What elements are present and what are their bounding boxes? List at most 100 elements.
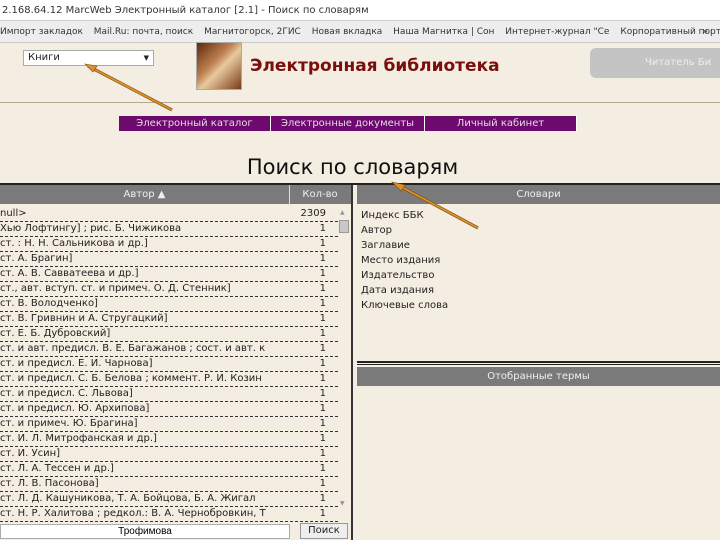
table-row[interactable]: ст. : Н. Н. Сальникова и др.] 1 [0,237,338,252]
author-cell: ст. и примеч. Ю. Брагина] [0,418,138,429]
selected-terms-header: Отобранные термы [357,367,720,386]
dictionary-item[interactable]: Дата издания [361,283,716,298]
author-cell: ст., авт. вступ. ст. и примеч. О. Д. Сте… [0,283,231,294]
count-cell: 1 [319,448,326,459]
count-cell: 1 [319,508,326,519]
dictionary-item[interactable]: Автор [361,223,716,238]
count-cell: 1 [319,223,326,234]
table-row[interactable]: ст. и предисл. Е. И. Чарнова] 1 [0,357,338,372]
nav-electronic-catalog[interactable]: Электронный каталог [119,116,271,131]
count-cell: 1 [319,478,326,489]
author-cell: ст. А. Брагин] [0,253,73,264]
dictionary-item[interactable]: Индекс ББК [361,208,716,223]
main-nav: Электронный каталог Электронные документ… [119,116,577,131]
author-cell: ст. и предисл. С. Львова] [0,388,133,399]
author-cell: ст. и предисл. Ю. Архипова] [0,403,150,414]
author-cell: ст. И. Л. Митрофанская и др.] [0,433,157,444]
table-row[interactable]: null> 2309 [0,207,338,222]
author-cell: Хью Лофтингу] ; рис. Б. Чижикова [0,223,182,234]
collection-select[interactable]: Книги ▼ [23,50,154,66]
search-input[interactable] [0,524,290,539]
bookmark[interactable]: Импорт закладок [0,27,83,37]
search-button[interactable]: Поиск [300,523,348,539]
table-row[interactable]: ст. и предисл. С. Львова] 1 [0,387,338,402]
author-cell: ст. В. Гривнин и А. Стругацкий] [0,313,168,324]
count-cell: 1 [319,493,326,504]
divider [0,102,720,103]
table-row[interactable]: ст. и примеч. Ю. Брагина] 1 [0,417,338,432]
bookmark[interactable]: Магнитогорск, 2ГИС [204,27,301,37]
collection-select-value: Книги [28,52,60,63]
reader-button[interactable]: Читатель Би [590,48,720,78]
bookmark[interactable]: Интернет-журнал "Се [505,27,609,37]
table-row[interactable]: ст. Л. Д. Кашуникова, Т. А. Бойцова, Б. … [0,492,338,507]
bookmarks-bar: Импорт закладок Mail.Ru: почта, поиск Ма… [0,21,720,43]
divider [357,361,720,365]
table-row[interactable]: ст. И. Л. Митрофанская и др.] 1 [0,432,338,447]
scrollbar-thumb[interactable] [339,220,349,233]
column-count-header[interactable]: Кол-во [290,185,350,204]
bookmarks-more-button[interactable]: » [702,21,708,42]
count-cell: 1 [319,328,326,339]
column-author-header[interactable]: Автор ▲ [0,185,290,204]
dictionary-item[interactable]: Издательство [361,268,716,283]
count-cell: 1 [319,373,326,384]
dictionaries-header: Словари [357,185,720,204]
dictionaries-panel: Словари Индекс ББК Автор Заглавие Место изд… [357,185,720,540]
page-title: Поиск по словарям [246,155,459,179]
bookmark[interactable]: Mail.Ru: почта, поиск [94,27,193,37]
author-cell: null> [0,208,27,219]
arrow-icon [87,65,173,111]
table-header: Автор ▲ Кол-во [0,185,351,204]
author-cell: ст. Л. В. Пасонова] [0,478,99,489]
dictionary-item[interactable]: Место издания [361,253,716,268]
table-row[interactable]: ст. И. Усин] 1 [0,447,338,462]
table-row[interactable]: ст. В. Гривнин и А. Стругацкий] 1 [0,312,338,327]
count-cell: 1 [319,313,326,324]
nav-electronic-documents[interactable]: Электронные документы [271,116,425,131]
table-row[interactable]: ст. А. В. Савватеева и др.] 1 [0,267,338,282]
table-row[interactable]: Хью Лофтингу] ; рис. Б. Чижикова 1 [0,222,338,237]
table-row[interactable]: ст. и предисл. Ю. Архипова] 1 [0,402,338,417]
browser-title-bar: 2.168.64.12 MarcWeb Электронный каталог … [0,0,720,21]
nav-personal-account[interactable]: Личный кабинет [425,116,577,131]
author-dictionary-panel: Автор ▲ Кол-во null> 2309 Хью Лофтингу] ; … [0,185,353,540]
author-cell: ст. и авт. предисл. В. Е. Багажанов ; со… [0,343,266,354]
dictionary-item[interactable]: Заглавие [361,238,716,253]
table-row[interactable]: ст. Л. А. Тессен и др.] 1 [0,462,338,477]
author-cell: ст. Л. Д. Кашуникова, Т. А. Бойцова, Б. … [0,493,256,504]
scroll-down-icon[interactable]: ▼ [340,500,345,507]
author-cell: ст. В. Володченко] [0,298,98,309]
author-cell: ст. Н. Р. Халитова ; редкол.: В. А. Черн… [0,508,266,519]
count-cell: 1 [319,298,326,309]
table-row[interactable]: ст. Л. В. Пасонова] 1 [0,477,338,492]
count-cell: 1 [319,358,326,369]
author-list: null> 2309 Хью Лофтингу] ; рис. Б. Чижиков… [0,207,338,522]
library-logo [196,42,242,90]
count-cell: 1 [319,253,326,264]
bookmark[interactable]: Наша Магнитка | Сон [393,27,494,37]
dictionary-item[interactable]: Ключевые слова [361,298,716,313]
scroll-up-icon[interactable]: ▲ [340,209,345,216]
count-cell: 1 [319,343,326,354]
dictionaries-list: Индекс ББК Автор Заглавие Место издания Изда… [357,204,720,317]
table-row[interactable]: ст., авт. вступ. ст. и примеч. О. Д. Сте… [0,282,338,297]
author-cell: ст. Е. Б. Дубровский] [0,328,111,339]
count-cell: 1 [319,463,326,474]
author-cell: ст. и предисл. Е. И. Чарнова] [0,358,153,369]
count-cell: 1 [319,433,326,444]
table-row[interactable]: ст. Е. Б. Дубровский] 1 [0,327,338,342]
count-cell: 1 [319,403,326,414]
count-cell: 2309 [300,208,326,219]
count-cell: 1 [319,388,326,399]
table-row[interactable]: ст. В. Володченко] 1 [0,297,338,312]
table-row[interactable]: ст. Н. Р. Халитова ; редкол.: В. А. Черн… [0,507,338,522]
scrollbar[interactable]: ▲ ▼ [338,207,350,507]
table-row[interactable]: ст. и предисл. С. Б. Белова ; коммент. Р… [0,372,338,387]
count-cell: 1 [319,268,326,279]
table-row[interactable]: ст. А. Брагин] 1 [0,252,338,267]
table-row[interactable]: ст. и авт. предисл. В. Е. Багажанов ; со… [0,342,338,357]
bookmark[interactable]: Новая вкладка [312,27,383,37]
dropdown-arrow-icon: ▼ [143,54,149,62]
author-cell: ст. И. Усин] [0,448,61,459]
